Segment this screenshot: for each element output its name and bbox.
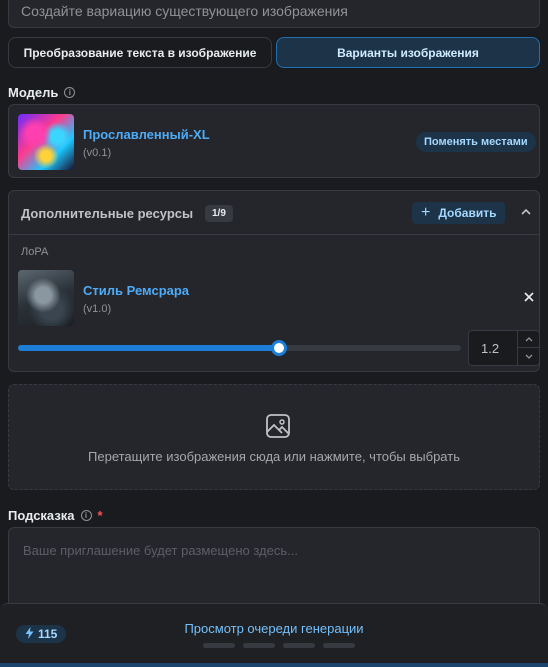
tab-image-variations[interactable]: Варианты изображения xyxy=(276,37,540,68)
mode-tabs: Преобразование текста в изображение Вари… xyxy=(8,37,540,68)
prompt-label-row: Подсказка i * xyxy=(8,508,103,523)
info-icon[interactable]: i xyxy=(64,87,76,98)
lora-name[interactable]: Стиль Ремсрара xyxy=(83,283,189,298)
lora-strength-slider[interactable] xyxy=(18,340,461,356)
image-dropzone[interactable]: Перетащите изображения сюда или нажмите,… xyxy=(8,384,540,490)
lora-section-label: ЛоРА xyxy=(21,246,49,258)
prompt-label: Подсказка xyxy=(8,508,75,523)
tab-label: Преобразование текста в изображение xyxy=(23,45,257,60)
slider-fill xyxy=(18,345,280,351)
resources-title: Дополнительные ресурсы xyxy=(21,206,194,221)
plus-icon: + xyxy=(421,204,431,221)
bottom-accent-strip xyxy=(0,663,548,667)
model-label: Модель xyxy=(8,85,59,100)
swap-model-button[interactable]: Поменять местами xyxy=(416,132,536,152)
swap-model-label: Поменять местами xyxy=(424,136,528,148)
lora-thumbnail xyxy=(18,270,74,326)
stepper-controls xyxy=(517,331,539,365)
model-label-row: Модель i xyxy=(8,85,76,100)
chevron-up-small-icon[interactable] xyxy=(518,331,539,348)
queue-dot xyxy=(203,643,235,648)
lora-strength-value: 1.2 xyxy=(481,341,500,356)
description-value: Создайте вариацию существующего изображе… xyxy=(21,3,348,19)
queue-dot xyxy=(323,643,355,648)
lora-strength-input[interactable]: 1.2 xyxy=(468,330,540,366)
generation-queue-bar: 115 Просмотр очереди генерации xyxy=(0,603,548,667)
queue-dot xyxy=(243,643,275,648)
description-field[interactable]: Создайте вариацию существующего изображе… xyxy=(8,0,540,28)
close-icon[interactable] xyxy=(522,290,536,304)
prompt-placeholder: Ваше приглашение будет размещено здесь..… xyxy=(23,543,298,558)
add-resource-label: Добавить xyxy=(438,206,497,220)
dropzone-text: Перетащите изображения сюда или нажмите,… xyxy=(88,449,460,464)
model-card: Прославленный-XL (v0.1) Поменять местами xyxy=(8,104,540,178)
resources-card: Дополнительные ресурсы 1/9 + Добавить Ло… xyxy=(8,190,540,372)
resources-count-badge: 1/9 xyxy=(205,205,233,222)
info-icon[interactable]: i xyxy=(80,510,92,521)
chevron-down-small-icon[interactable] xyxy=(518,348,539,365)
model-version: (v0.1) xyxy=(83,147,112,159)
queue-dot xyxy=(283,643,315,648)
chevron-up-icon[interactable] xyxy=(519,205,533,219)
tab-text-to-image[interactable]: Преобразование текста в изображение xyxy=(8,37,272,68)
divider xyxy=(9,234,539,235)
slider-handle[interactable] xyxy=(271,340,288,356)
view-queue-link[interactable]: Просмотр очереди генерации xyxy=(0,621,548,636)
required-mark: * xyxy=(97,508,103,523)
tab-label: Варианты изображения xyxy=(337,45,479,60)
lora-version: (v1.0) xyxy=(83,303,112,315)
resources-count: 1/9 xyxy=(212,208,226,219)
model-name[interactable]: Прославленный-XL xyxy=(83,127,210,142)
image-icon xyxy=(265,413,291,439)
model-thumbnail xyxy=(18,114,74,170)
add-resource-button[interactable]: + Добавить xyxy=(412,202,506,224)
queue-progress-indicators xyxy=(203,643,355,648)
